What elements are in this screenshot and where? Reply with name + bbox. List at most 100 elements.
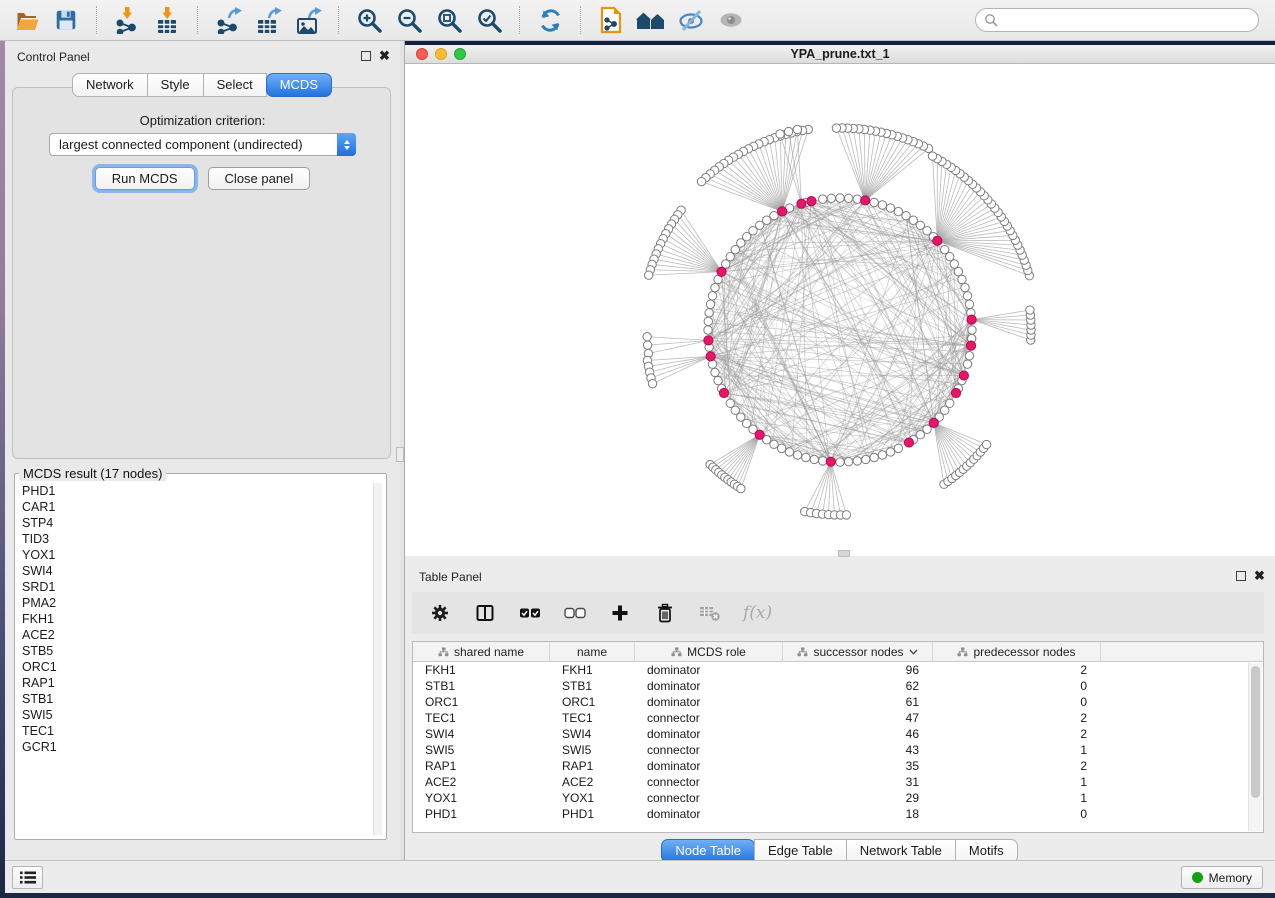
toolbar-separator xyxy=(338,6,339,34)
optimization-criterion-select[interactable]: largest connected component (undirected) xyxy=(49,133,356,156)
table-scrollbar[interactable] xyxy=(1248,663,1262,831)
mcds-result-list: PHD1CAR1STP4TID3YOX1SWI4SRD1PMA2FKH1ACE2… xyxy=(20,483,372,835)
mcds-node xyxy=(706,352,715,361)
mcds-result-item[interactable]: TEC1 xyxy=(20,723,372,739)
mcds-result-group: MCDS result (17 nodes) PHD1CAR1STP4TID3Y… xyxy=(14,466,387,840)
close-panel-icon[interactable]: ✖ xyxy=(378,49,391,62)
mcds-result-item[interactable]: FKH1 xyxy=(20,611,372,627)
show-details-icon[interactable] xyxy=(715,4,747,36)
apply-layout-icon[interactable] xyxy=(534,4,566,36)
task-history-button[interactable] xyxy=(12,866,43,889)
mcds-result-item[interactable]: STB5 xyxy=(20,643,372,659)
mcds-result-item[interactable]: ORC1 xyxy=(20,659,372,675)
mcds-result-item[interactable]: RAP1 xyxy=(20,675,372,691)
tab-style[interactable]: Style xyxy=(147,73,204,97)
table-cell: 62 xyxy=(783,678,933,694)
maximize-window-icon[interactable] xyxy=(454,48,466,60)
table-row[interactable]: RAP1RAP1dominator352 xyxy=(413,758,1248,774)
deselect-all-icon[interactable] xyxy=(563,601,587,625)
table-row[interactable]: SWI4SWI4dominator462 xyxy=(413,726,1248,742)
mcds-result-item[interactable]: ACE2 xyxy=(20,627,372,643)
mcds-result-item[interactable]: GCR1 xyxy=(20,739,372,755)
table-row[interactable]: STB1STB1dominator620 xyxy=(413,678,1248,694)
network-canvas[interactable] xyxy=(405,64,1275,556)
search-box[interactable] xyxy=(975,8,1259,32)
mcds-result-item[interactable]: SWI5 xyxy=(20,707,372,723)
select-all-icon[interactable] xyxy=(518,601,542,625)
zoom-fit-icon[interactable] xyxy=(433,4,465,36)
hide-details-icon[interactable] xyxy=(675,4,707,36)
table-cell: 2 xyxy=(933,662,1101,678)
mcds-result-item[interactable]: STB1 xyxy=(20,691,372,707)
mcds-result-item[interactable]: STP4 xyxy=(20,515,372,531)
main-toolbar xyxy=(0,0,1275,41)
delete-table-icon[interactable] xyxy=(698,601,722,625)
tab-select[interactable]: Select xyxy=(203,73,267,97)
node-table: shared namenameMCDS rolesuccessor nodesp… xyxy=(412,641,1264,833)
mcds-result-item[interactable]: SWI4 xyxy=(20,563,372,579)
delete-row-icon[interactable] xyxy=(653,601,677,625)
table-row[interactable]: ACE2ACE2connector311 xyxy=(413,774,1248,790)
horizontal-splitter-handle[interactable] xyxy=(838,550,850,557)
mcds-result-item[interactable]: CAR1 xyxy=(20,499,372,515)
network-file-share-icon[interactable] xyxy=(595,4,627,36)
search-input[interactable] xyxy=(1003,13,1250,27)
table-scrollbar-thumb[interactable] xyxy=(1251,666,1260,798)
table-cell: FKH1 xyxy=(550,662,635,678)
close-window-icon[interactable] xyxy=(416,48,428,60)
open-file-icon[interactable] xyxy=(10,4,42,36)
mcds-result-item[interactable]: PMA2 xyxy=(20,595,372,611)
column-header-predecessor-nodes[interactable]: predecessor nodes xyxy=(933,642,1101,662)
table-cell: STB1 xyxy=(413,678,550,694)
table-cell: dominator xyxy=(635,678,783,694)
close-table-panel-icon[interactable]: ✖ xyxy=(1253,569,1266,582)
zoom-out-icon[interactable] xyxy=(393,4,425,36)
zoom-in-icon[interactable] xyxy=(353,4,385,36)
mcds-result-item[interactable]: TID3 xyxy=(20,531,372,547)
tab-mcds[interactable]: MCDS xyxy=(266,73,332,97)
table-cell: 31 xyxy=(783,774,933,790)
tab-network[interactable]: Network xyxy=(72,73,148,97)
table-cell: connector xyxy=(635,710,783,726)
column-header-MCDS-role[interactable]: MCDS role xyxy=(635,642,783,662)
export-network-icon[interactable] xyxy=(212,4,244,36)
table-row[interactable]: YOX1YOX1connector291 xyxy=(413,790,1248,806)
memory-button[interactable]: Memory xyxy=(1181,866,1263,889)
float-panel-icon[interactable] xyxy=(359,49,372,62)
show-columns-icon[interactable] xyxy=(473,601,497,625)
column-header-name[interactable]: name xyxy=(550,642,635,662)
settings-gear-icon[interactable] xyxy=(428,601,452,625)
table-cell: 61 xyxy=(783,694,933,710)
column-header-successor-nodes[interactable]: successor nodes xyxy=(783,642,933,662)
column-header-shared-name[interactable]: shared name xyxy=(413,642,550,662)
table-row[interactable]: TEC1TEC1connector472 xyxy=(413,710,1248,726)
float-table-panel-icon[interactable] xyxy=(1234,569,1247,582)
splitter-handle[interactable] xyxy=(396,447,404,462)
mcds-node xyxy=(755,430,764,439)
run-mcds-button[interactable]: Run MCDS xyxy=(95,167,195,190)
minimize-window-icon[interactable] xyxy=(435,48,447,60)
import-network-icon[interactable] xyxy=(111,4,143,36)
table-row[interactable]: FKH1FKH1dominator962 xyxy=(413,662,1248,678)
add-row-icon[interactable] xyxy=(608,601,632,625)
table-row[interactable]: SWI5SWI5connector431 xyxy=(413,742,1248,758)
toolbar-separator xyxy=(580,6,581,34)
table-cell: 2 xyxy=(933,758,1101,774)
mcds-result-item[interactable]: SRD1 xyxy=(20,579,372,595)
table-panel-title: Table Panel xyxy=(419,570,482,584)
import-table-icon[interactable] xyxy=(151,4,183,36)
mcds-result-item[interactable]: PHD1 xyxy=(20,483,372,499)
table-row[interactable]: PHD1PHD1dominator180 xyxy=(413,806,1248,822)
table-cell: RAP1 xyxy=(413,758,550,774)
zoom-selected-icon[interactable] xyxy=(473,4,505,36)
export-image-icon[interactable] xyxy=(292,4,324,36)
function-builder-icon[interactable]: f(x) xyxy=(743,603,772,623)
mcds-list-scrollbar[interactable] xyxy=(373,483,382,835)
save-session-icon[interactable] xyxy=(50,4,82,36)
search-network-icon[interactable] xyxy=(635,4,667,36)
mcds-result-item[interactable]: YOX1 xyxy=(20,547,372,563)
export-table-icon[interactable] xyxy=(252,4,284,36)
close-panel-button[interactable]: Close panel xyxy=(208,167,311,190)
desktop-wallpaper-bottom xyxy=(0,893,1275,898)
table-row[interactable]: ORC1ORC1dominator610 xyxy=(413,694,1248,710)
